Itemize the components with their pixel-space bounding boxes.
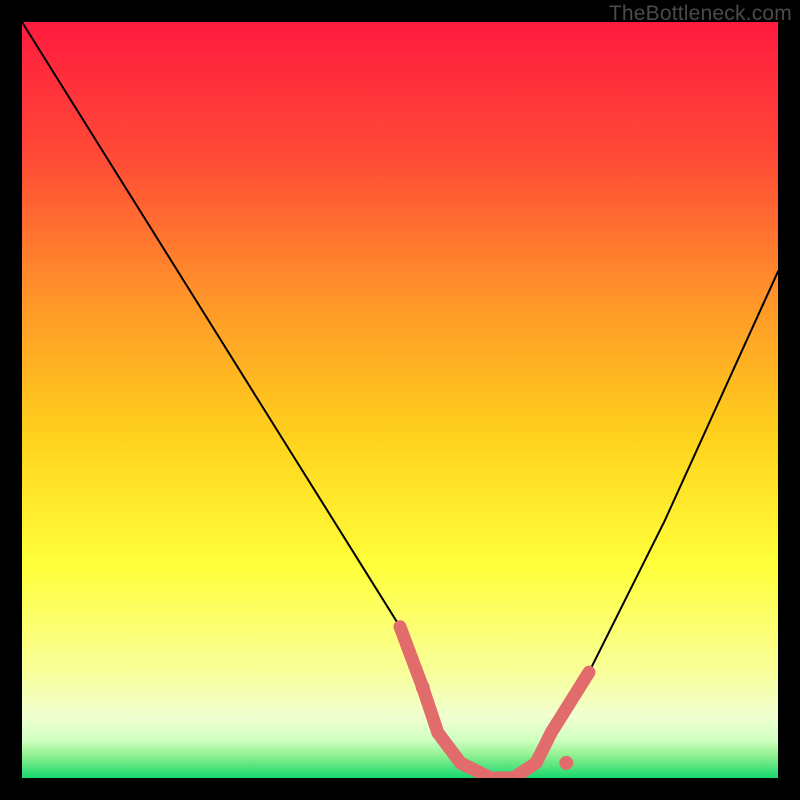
- gradient-background: [22, 22, 778, 778]
- chart-frame: TheBottleneck.com: [0, 0, 800, 800]
- chart-svg: [22, 22, 778, 778]
- plot-area: [22, 22, 778, 778]
- watermark-text: TheBottleneck.com: [609, 2, 792, 26]
